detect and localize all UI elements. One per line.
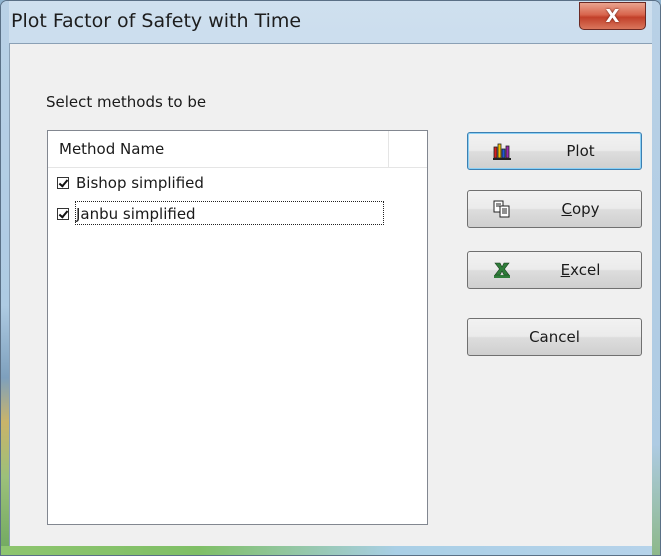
close-button[interactable]: X — [579, 2, 646, 30]
list-header: Method Name — [48, 131, 427, 168]
checkbox-janbu-simplified[interactable] — [57, 208, 69, 220]
column-header-empty[interactable] — [389, 131, 427, 167]
copy-label-rest: opy — [571, 200, 600, 218]
dialog-client-area: Select methods to be Method Name Bishop … — [9, 43, 654, 547]
dialog-window: Plot Factor of Safety with Time X Select… — [0, 0, 661, 556]
copy-icon — [492, 200, 512, 218]
column-header-label: Method Name — [59, 140, 165, 158]
excel-accelerator: E — [560, 261, 571, 279]
excel-icon — [492, 261, 512, 279]
window-title: Plot Factor of Safety with Time — [11, 10, 302, 32]
close-icon: X — [605, 5, 620, 27]
excel-button[interactable]: Excel — [467, 251, 642, 289]
checkbox-bishop-simplified[interactable] — [57, 177, 69, 189]
plot-button-label: Plot — [566, 142, 595, 160]
excel-button-label: Excel — [528, 261, 633, 279]
copy-accelerator: C — [561, 200, 572, 218]
copy-button[interactable]: Copy — [467, 190, 642, 228]
copy-button-label: Copy — [528, 200, 633, 218]
title-bar[interactable]: Plot Factor of Safety with Time X — [1, 1, 660, 41]
method-list[interactable]: Method Name Bishop simplified Janbu simp… — [47, 130, 428, 525]
list-item-label: Bishop simplified — [76, 174, 204, 192]
column-header-method-name[interactable]: Method Name — [48, 131, 389, 167]
bar-chart-icon — [492, 142, 512, 160]
dialog-panel: Select methods to be Method Name Bishop … — [10, 44, 653, 546]
select-methods-label: Select methods to be — [46, 93, 207, 111]
focus-rectangle — [75, 201, 384, 225]
plot-button[interactable]: Plot — [467, 132, 642, 170]
window-bottom-border — [1, 546, 660, 555]
cancel-button-label: Cancel — [529, 328, 580, 346]
cancel-button[interactable]: Cancel — [467, 318, 642, 356]
excel-label-rest: xcel — [570, 261, 601, 279]
list-item[interactable]: Bishop simplified — [57, 171, 204, 195]
